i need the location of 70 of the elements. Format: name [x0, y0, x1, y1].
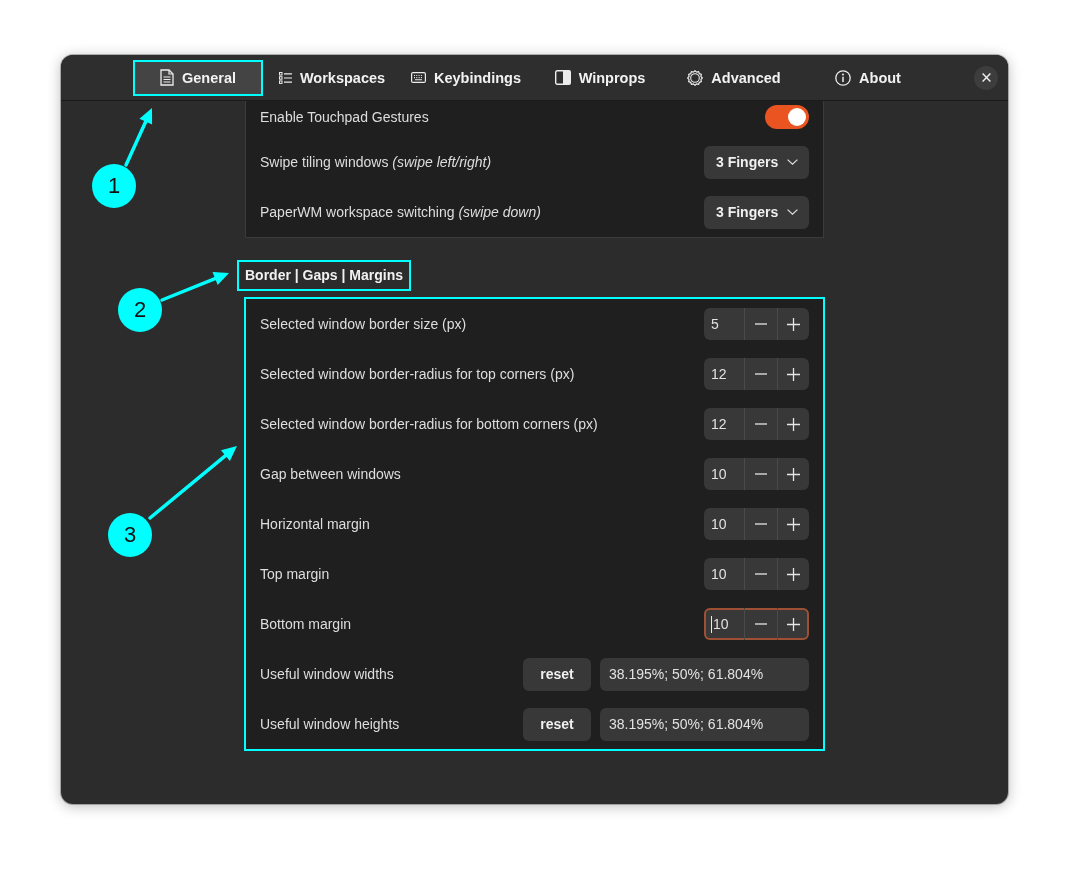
tab[interactable]: Winprops [535, 59, 665, 96]
tab[interactable]: Keybindings [401, 59, 531, 96]
text-field[interactable]: 38.195%; 50%; 61.804% [600, 657, 809, 691]
number-spinner[interactable]: 10 [704, 508, 809, 540]
minus-icon [755, 423, 767, 425]
number-spinner[interactable]: 5 [704, 308, 809, 340]
number-spinner[interactable]: 12 [704, 358, 809, 390]
list-icon [278, 71, 292, 84]
setting-label: Swipe tiling windows (swipe left/right) [260, 154, 493, 170]
reset-button[interactable]: reset [523, 707, 591, 741]
setting-label: Horizontal margin [260, 516, 371, 532]
text-field[interactable]: 38.195%; 50%; 61.804% [600, 707, 809, 741]
annotation-arrow [124, 108, 153, 167]
setting-label: Useful window heights [260, 716, 401, 732]
toggle-switch[interactable] [765, 105, 809, 129]
number-field[interactable]: 10 [704, 558, 744, 590]
annotation-arrow [160, 272, 229, 302]
plus-icon [787, 367, 800, 381]
plus-icon [787, 467, 800, 481]
tab[interactable]: Workspaces [267, 59, 397, 96]
section-heading: Border | Gaps | Margins [237, 260, 411, 291]
plus-icon [787, 517, 800, 531]
minus-icon [755, 323, 767, 325]
plus-icon [787, 617, 800, 631]
minus-icon [755, 473, 767, 475]
reset-button[interactable]: reset [523, 657, 591, 691]
setting-label: Enable Touchpad Gestures [260, 109, 430, 125]
callout-number: 2 [118, 288, 162, 332]
tab[interactable]: General [133, 59, 263, 96]
setting-label: Selected window border-radius for top corners (px) [260, 366, 576, 382]
setting-label: Gap between windows [260, 466, 402, 482]
split-window-icon [554, 70, 571, 85]
text-cursor [711, 615, 712, 633]
info-icon [835, 69, 852, 86]
minus-icon [755, 573, 767, 575]
callout-number: 1 [92, 164, 136, 208]
number-spinner[interactable]: 10 [704, 558, 809, 590]
close-button[interactable] [974, 65, 998, 90]
minus-icon [755, 623, 767, 625]
setting-label: Bottom margin [260, 616, 353, 632]
tab[interactable]: Advanced [669, 59, 799, 96]
number-field[interactable]: 10 [704, 508, 744, 540]
number-field[interactable]: 12 [704, 408, 744, 440]
dropdown[interactable]: 3 Fingers [704, 145, 809, 179]
plus-icon [787, 567, 800, 581]
gear-icon [687, 69, 704, 86]
number-field[interactable]: 10 [704, 608, 744, 640]
setting-label: Top margin [260, 566, 331, 582]
setting-label: PaperWM workspace switching (swipe down) [260, 204, 542, 220]
setting-label: Selected window border-radius for bottom corners (px) [260, 416, 599, 432]
chevron-down-icon [787, 159, 798, 165]
number-field[interactable]: 12 [704, 358, 744, 390]
dropdown[interactable]: 3 Fingers [704, 195, 809, 229]
number-field[interactable]: 10 [704, 458, 744, 490]
chevron-down-icon [787, 209, 798, 215]
number-field[interactable]: 5 [704, 308, 744, 340]
close-icon [981, 73, 991, 82]
tab[interactable]: About [803, 59, 933, 96]
number-spinner[interactable]: 10 [704, 458, 809, 490]
number-spinner[interactable]: 10 [704, 608, 809, 640]
number-spinner[interactable]: 12 [704, 408, 809, 440]
document-icon [160, 69, 174, 86]
keyboard-icon [411, 72, 426, 83]
setting-label: Selected window border size (px) [260, 316, 468, 332]
plus-icon [787, 317, 800, 331]
minus-icon [755, 523, 767, 525]
callout-number: 3 [108, 513, 152, 557]
minus-icon [755, 373, 767, 375]
setting-label: Useful window widths [260, 666, 395, 682]
plus-icon [787, 417, 800, 431]
